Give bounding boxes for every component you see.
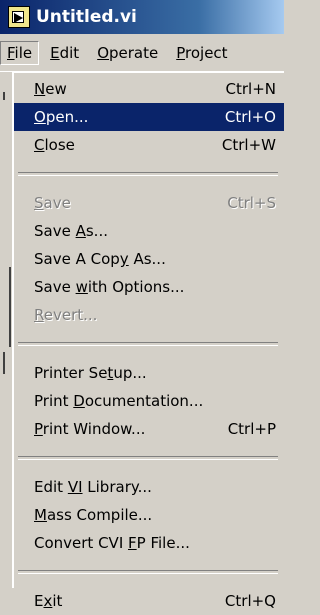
menu-item-save-copy-as[interactable]: Save A Copy As... [14, 245, 284, 273]
menu-edit[interactable]: Edit [43, 41, 86, 65]
menu-item-label: Edit VI Library... [34, 478, 152, 496]
menu-item-label: Exit [34, 592, 63, 610]
window-title: Untitled.vi [36, 7, 137, 27]
menu-item-label: Save with Options... [34, 278, 185, 296]
shortcut-label: Ctrl+N [225, 80, 276, 98]
menu-item-label: Mass Compile... [34, 506, 153, 524]
shortcut-label: Ctrl+O [224, 108, 276, 126]
title-bar: Untitled.vi [0, 0, 284, 34]
menu-item-convert-cvi-fp-file[interactable]: Convert CVI FP File... [14, 529, 284, 557]
menu-item-label: Save As... [34, 222, 108, 240]
menu-item-exit[interactable]: Exit Ctrl+Q [14, 587, 284, 615]
menu-item-print-window[interactable]: Print Window... Ctrl+P [14, 415, 284, 443]
menu-item-label: Print Documentation... [34, 392, 204, 410]
menu-item-label: Close [34, 136, 75, 154]
menu-separator [18, 342, 278, 346]
menu-item-label: Save [34, 194, 71, 212]
shortcut-label: Ctrl+S [227, 194, 276, 212]
menu-item-label: Save A Copy As... [34, 250, 166, 268]
menu-item-close[interactable]: Close Ctrl+W [14, 131, 284, 159]
menu-item-mass-compile[interactable]: Mass Compile... [14, 501, 284, 529]
menu-item-save-with-options[interactable]: Save with Options... [14, 273, 284, 301]
menu-item-new[interactable]: New Ctrl+N [14, 75, 284, 103]
menu-separator [18, 456, 278, 460]
background-window-edge [0, 72, 12, 588]
shortcut-label: Ctrl+W [221, 136, 276, 154]
menu-separator [18, 172, 278, 176]
menu-item-print-documentation[interactable]: Print Documentation... [14, 387, 284, 415]
shortcut-label: Ctrl+Q [224, 592, 276, 610]
menu-operate[interactable]: Operate [90, 41, 165, 65]
menu-item-open[interactable]: Open... Ctrl+O [14, 103, 284, 131]
menu-item-label: Convert CVI FP File... [34, 534, 190, 552]
menu-item-edit-vi-library[interactable]: Edit VI Library... [14, 473, 284, 501]
menu-item-save-as[interactable]: Save As... [14, 217, 284, 245]
menu-item-revert[interactable]: Revert... [14, 301, 284, 329]
menu-item-label: Revert... [34, 306, 98, 324]
menu-item-save[interactable]: Save Ctrl+S [14, 189, 284, 217]
file-menu-dropdown: New Ctrl+N Open... Ctrl+O Close Ctrl+W S… [12, 72, 284, 610]
menu-item-label: New [34, 80, 67, 98]
labview-vi-icon [8, 6, 30, 28]
menu-project[interactable]: Project [169, 41, 234, 65]
menu-item-label: Open... [34, 108, 89, 126]
menu-file[interactable]: File [0, 41, 40, 65]
menu-separator [18, 570, 278, 574]
menu-item-label: Printer Setup... [34, 364, 147, 382]
menu-bar: File Edit Operate Project [0, 35, 284, 72]
menu-item-label: Print Window... [34, 420, 146, 438]
menu-item-printer-setup[interactable]: Printer Setup... [14, 359, 284, 387]
shortcut-label: Ctrl+P [227, 420, 276, 438]
